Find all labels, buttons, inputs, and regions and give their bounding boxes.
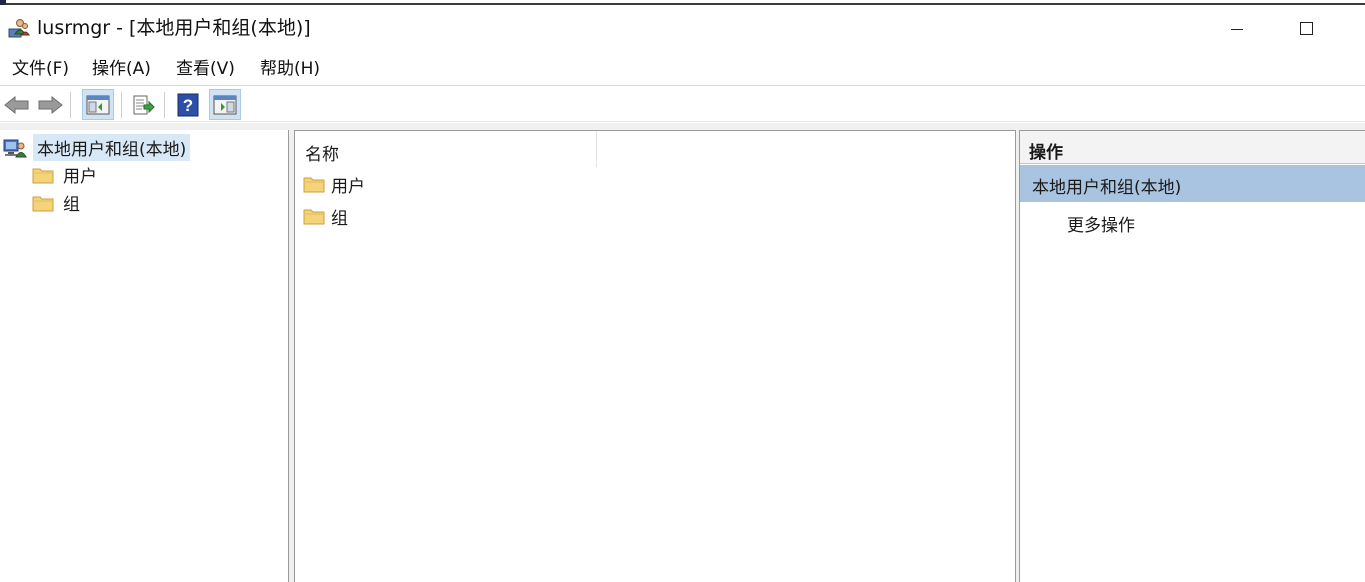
actions-header: 操作 (1020, 131, 1365, 164)
show-hide-action-pane-icon (213, 95, 237, 114)
forward-icon (38, 95, 63, 114)
minimize-button[interactable] (1214, 10, 1260, 46)
console-tree-pane: 本地用户和组(本地) 用户 组 (0, 130, 289, 582)
help-icon: ? (177, 93, 199, 116)
users-app-icon (8, 17, 30, 39)
folder-icon (32, 196, 54, 211)
menu-action[interactable]: 操作(A) (90, 58, 153, 80)
actions-section-local-users-groups[interactable]: 本地用户和组(本地) (1020, 165, 1365, 202)
list-column-header: 名称 (295, 131, 1015, 167)
tree-item-users-label: 用户 (63, 167, 97, 187)
menu-bar: 文件(F) 操作(A) 查看(V) 帮助(H) (0, 52, 1365, 86)
export-list-button[interactable] (127, 89, 159, 120)
back-icon (4, 95, 29, 114)
back-button[interactable] (1, 89, 33, 120)
forward-button[interactable] (34, 89, 66, 120)
show-hide-console-tree-icon (86, 95, 110, 114)
minimize-icon (1231, 28, 1243, 30)
show-hide-action-pane-button[interactable] (209, 89, 241, 120)
folder-icon (32, 168, 54, 183)
menu-view[interactable]: 查看(V) (174, 58, 237, 80)
list-item-users[interactable]: 用户 (303, 171, 365, 197)
tree-root-label: 本地用户和组(本地) (33, 134, 191, 161)
actions-section-label: 本地用户和组(本地) (1032, 178, 1182, 198)
tree-item-groups[interactable]: 组 (32, 190, 80, 215)
actions-pane: 操作 本地用户和组(本地) 更多操作 (1019, 130, 1365, 582)
tree-item-groups-label: 组 (63, 195, 80, 215)
result-pane: 名称 用户 组 (294, 130, 1016, 582)
title-bar: lusrmgr - [本地用户和组(本地)] (0, 5, 1365, 52)
tree-item-users[interactable]: 用户 (32, 162, 97, 187)
menu-file[interactable]: 文件(F) (10, 58, 71, 80)
tree-root-node[interactable]: 本地用户和组(本地) (3, 134, 191, 161)
actions-header-label: 操作 (1029, 143, 1063, 163)
pane-area: 本地用户和组(本地) 用户 组 名称 用户 组 操作 本地用户和组(本地) 更多… (0, 123, 1365, 582)
column-header-name[interactable]: 名称 (305, 140, 339, 165)
menu-help[interactable]: 帮助(H) (258, 58, 322, 80)
maximize-icon (1299, 21, 1313, 35)
local-users-groups-icon (3, 139, 27, 157)
help-button[interactable]: ? (172, 89, 204, 120)
maximize-button[interactable] (1283, 10, 1329, 46)
toolbar-separator (121, 92, 122, 118)
column-divider[interactable] (596, 131, 597, 167)
folder-icon (303, 209, 325, 225)
svg-text:?: ? (183, 96, 193, 115)
window-title: lusrmgr - [本地用户和组(本地)] (37, 17, 311, 39)
action-more-actions[interactable]: 更多操作 (1067, 211, 1135, 236)
toolbar-separator (70, 92, 71, 118)
toolbar-separator (164, 92, 165, 118)
folder-icon (303, 177, 325, 193)
list-item-groups-label: 组 (331, 208, 348, 229)
toolbar: ? (0, 87, 1365, 122)
show-hide-console-tree-button[interactable] (82, 89, 114, 120)
list-item-groups[interactable]: 组 (303, 203, 348, 229)
export-list-icon (133, 95, 155, 114)
list-item-users-label: 用户 (331, 176, 365, 197)
